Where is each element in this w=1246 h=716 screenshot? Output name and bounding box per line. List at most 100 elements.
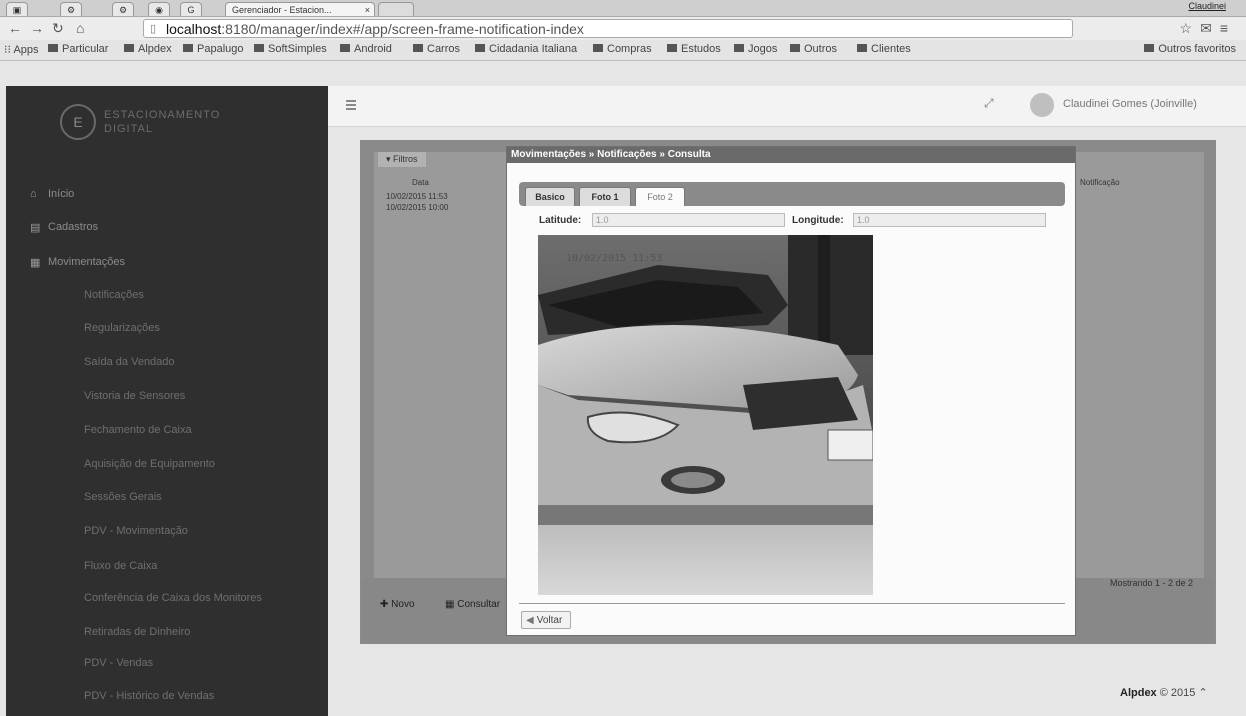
- page-icon: ▯: [150, 23, 157, 35]
- browser-user[interactable]: Claudinei: [1188, 1, 1226, 11]
- grid-column-header: Notificação: [1080, 178, 1120, 187]
- grid-column-header: Data: [412, 178, 429, 187]
- sidebar-subitem[interactable]: Aquisição de Equipamento: [84, 458, 215, 470]
- plus-icon: ✚: [380, 599, 389, 610]
- pinned-tab[interactable]: ⚙: [112, 2, 134, 16]
- back-icon[interactable]: ←: [8, 20, 22, 36]
- divider: [519, 603, 1065, 604]
- menu-toggle-icon[interactable]: [346, 100, 356, 110]
- table-icon: ▦: [30, 257, 41, 269]
- tab-close-icon[interactable]: ×: [365, 3, 370, 16]
- chevron-up-icon[interactable]: ⌃: [1198, 687, 1207, 699]
- sidebar-subitem[interactable]: Fechamento de Caixa: [84, 424, 192, 436]
- bookmark-folder[interactable]: SoftSimples: [254, 43, 327, 55]
- sidebar-subitem[interactable]: Regularizações: [84, 322, 160, 334]
- table-icon: ▦: [445, 599, 455, 610]
- voltar-button[interactable]: ◀ Voltar: [521, 611, 572, 629]
- modal-title-bar[interactable]: Movimentações » Notificações » Consulta: [507, 147, 1075, 163]
- sidebar-subitem[interactable]: Vistoria de Sensores: [84, 390, 185, 402]
- modal-tabbar: Basico Foto 1 Foto 2: [519, 182, 1065, 206]
- bookmark-folder[interactable]: Jogos: [734, 43, 777, 55]
- latitude-label: Latitude:: [539, 215, 582, 226]
- latitude-field[interactable]: 1.0: [592, 213, 785, 227]
- photo-timestamp: 10/02/2015 11:53: [566, 253, 663, 264]
- car-photo: [538, 235, 873, 525]
- pagination-info: Mostrando 1 - 2 de 2: [1110, 578, 1194, 588]
- sidebar-subitem[interactable]: Sessões Gerais: [84, 491, 162, 503]
- filter-button[interactable]: ▾ Filtros: [378, 152, 426, 167]
- list-icon: ▤: [30, 222, 41, 234]
- bookmark-folder[interactable]: Carros: [413, 43, 460, 55]
- bookmark-folder[interactable]: Papalugo: [183, 43, 244, 55]
- bookmark-other[interactable]: Outros favoritos: [1144, 43, 1236, 55]
- bookmark-folder[interactable]: Compras: [593, 43, 652, 55]
- bookmark-folder[interactable]: Particular: [48, 43, 108, 55]
- modal-title: Movimentações » Notificações » Consulta: [511, 149, 711, 160]
- sidebar-subitem[interactable]: Conferência de Caixa dos Monitores: [84, 592, 262, 604]
- consultar-button[interactable]: ▦ Consultar: [445, 599, 500, 610]
- sidebar-subitem[interactable]: Fluxo de Caixa: [84, 560, 157, 572]
- bookmark-folder[interactable]: Outros: [790, 43, 837, 55]
- page-footer: Alpdex © 2015 ⌃: [1120, 686, 1208, 699]
- arrow-left-icon: ◀: [526, 615, 534, 626]
- logo-text: ESTACIONAMENTO DIGITAL: [104, 108, 220, 136]
- grid-cell: 10/02/2015 11:53: [386, 192, 448, 201]
- sidebar-item-movimentacoes[interactable]: ▦ Movimentações: [30, 256, 126, 269]
- sidebar-item-label: Cadastros: [48, 221, 99, 233]
- novo-button[interactable]: ✚ Novo: [380, 599, 415, 610]
- browser-toolbar: ← → ↻ ⌂ ▯ localhost:8180/manager/index#/…: [0, 17, 1246, 40]
- new-tab-button[interactable]: [378, 2, 414, 16]
- reload-icon[interactable]: ↻: [52, 20, 64, 36]
- forward-icon[interactable]: →: [30, 20, 44, 36]
- url-path: :8180/manager/index#/app/screen-frame-no…: [221, 21, 584, 37]
- address-bar[interactable]: ▯ localhost:8180/manager/index#/app/scre…: [143, 19, 1073, 38]
- sidebar-item-label: Movimentações: [48, 256, 126, 268]
- browser-tab-strip: ▣ ⚙ ⚙ ◉ G Gerenciador - Estacion... × Cl…: [0, 0, 1246, 17]
- bookmark-folder[interactable]: Clientes: [857, 43, 911, 55]
- active-browser-tab[interactable]: Gerenciador - Estacion... ×: [225, 2, 375, 16]
- tab-foto-2[interactable]: Foto 2: [635, 187, 685, 206]
- pinned-tab[interactable]: ◉: [148, 2, 170, 16]
- toolbar-extension-icons[interactable]: ☆✉≡: [1180, 20, 1236, 37]
- sidebar: E ESTACIONAMENTO DIGITAL ⌂ Início ▤ Cadast…: [6, 86, 328, 716]
- url-text: localhost:8180/manager/index#/app/screen…: [166, 21, 584, 37]
- photo-frame: 10/02/2015 11:53: [538, 235, 873, 595]
- bookmark-folder[interactable]: Estudos: [667, 43, 721, 55]
- bookmark-folder[interactable]: Alpdex: [124, 43, 172, 55]
- bookmark-folder[interactable]: Android: [340, 43, 392, 55]
- notification-modal: Movimentações » Notificações » Consulta …: [506, 146, 1076, 636]
- sidebar-item-cadastros[interactable]: ▤ Cadastros: [30, 221, 99, 234]
- footer-copyright: © 2015: [1159, 687, 1196, 699]
- pinned-tab[interactable]: G: [180, 2, 202, 16]
- sidebar-subitem[interactable]: Notificações: [84, 289, 144, 301]
- tab-title: Gerenciador - Estacion...: [232, 5, 332, 15]
- bookmarks-bar: ⁝⁝ Apps Particular Alpdex Papalugo SoftS…: [0, 40, 1246, 61]
- logo-line: ESTACIONAMENTO: [104, 109, 221, 121]
- footer-brand: Alpdex: [1120, 687, 1157, 699]
- sidebar-subitem[interactable]: Saída da Vendado: [84, 356, 175, 368]
- sidebar-subitem[interactable]: PDV - Vendas: [84, 657, 153, 669]
- pinned-tab[interactable]: ▣: [6, 2, 28, 16]
- home-icon: ⌂: [30, 188, 37, 200]
- home-icon[interactable]: ⌂: [76, 20, 84, 36]
- bookmark-apps[interactable]: ⁝⁝ Apps: [4, 43, 39, 56]
- logo-icon: E: [60, 104, 96, 140]
- pinned-tab[interactable]: ⚙: [60, 2, 82, 16]
- bookmark-folder[interactable]: Cidadania Italiana: [475, 43, 577, 55]
- url-host: localhost: [166, 21, 222, 37]
- longitude-label: Longitude:: [792, 215, 844, 226]
- logo-line: DIGITAL: [104, 123, 153, 135]
- sidebar-item-label: Início: [48, 188, 75, 200]
- tab-basico[interactable]: Basico: [525, 187, 575, 206]
- user-name[interactable]: Claudinei Gomes (Joinville): [1063, 98, 1197, 110]
- longitude-field[interactable]: 1.0: [853, 213, 1046, 227]
- fullscreen-icon[interactable]: ⤢: [984, 96, 994, 111]
- avatar[interactable]: [1030, 93, 1054, 117]
- grid-cell: 10/02/2015 10:00: [386, 203, 449, 212]
- sidebar-subitem[interactable]: PDV - Histórico de Vendas: [84, 690, 214, 702]
- voltar-label: Voltar: [536, 615, 563, 626]
- sidebar-item-inicio[interactable]: ⌂ Início: [30, 188, 75, 200]
- sidebar-subitem[interactable]: PDV - Movimentação: [84, 525, 188, 537]
- sidebar-subitem[interactable]: Retiradas de Dinheiro: [84, 626, 190, 638]
- tab-foto-1[interactable]: Foto 1: [579, 187, 631, 206]
